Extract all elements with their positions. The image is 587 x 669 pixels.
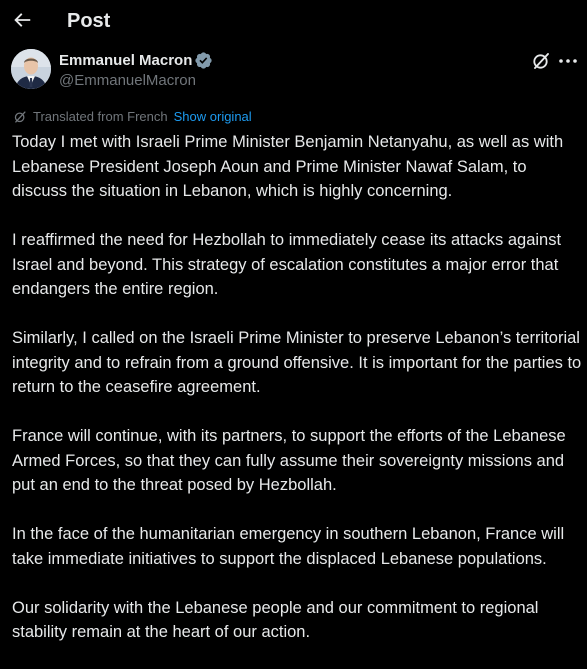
back-button[interactable] (8, 6, 36, 34)
post-paragraph: Today I met with Israeli Prime Minister … (12, 133, 564, 200)
top-bar: Post (0, 0, 587, 44)
translate-icon (14, 111, 26, 123)
post-paragraph: Our solidarity with the Lebanese people … (12, 598, 539, 642)
author-handle[interactable]: @EmmanuelMacron (59, 71, 196, 90)
page-title: Post (67, 10, 111, 32)
translation-notice: Translated from French Show original (13, 108, 252, 126)
post-paragraph: I reaffirmed the need for Hezbollah to i… (12, 231, 562, 298)
show-original-link[interactable]: Show original (174, 109, 252, 125)
post-paragraph: France will continue, with its partners,… (12, 427, 566, 494)
verified-badge-icon (195, 52, 212, 69)
avatar-portrait (11, 49, 51, 89)
more-horizontal-icon (559, 59, 577, 63)
translated-label: Translated from French (33, 109, 168, 124)
grok-icon[interactable] (531, 51, 551, 71)
author-name[interactable]: Emmanuel Macron (59, 51, 192, 70)
author-row: Emmanuel Macron @EmmanuelMacron (0, 48, 587, 96)
avatar[interactable] (11, 49, 51, 89)
post-text: Today I met with Israeli Prime Minister … (12, 130, 582, 669)
post-paragraph: Similarly, I called on the Israeli Prime… (12, 329, 582, 396)
arrow-left-icon (14, 13, 31, 27)
post-paragraph: In the face of the humanitarian emergenc… (12, 525, 565, 568)
more-options-button[interactable] (557, 51, 579, 71)
